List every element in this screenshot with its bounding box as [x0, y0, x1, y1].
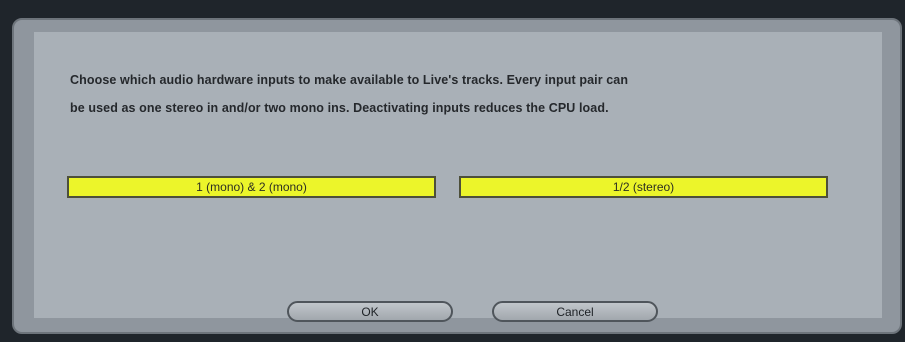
- cancel-button[interactable]: Cancel: [492, 301, 658, 322]
- input-config-dialog: Choose which audio hardware inputs to ma…: [34, 32, 882, 322]
- stereo-pair-toggle[interactable]: 1/2 (stereo): [459, 176, 828, 198]
- dialog-border: Choose which audio hardware inputs to ma…: [12, 18, 902, 334]
- mono-pair-toggle[interactable]: 1 (mono) & 2 (mono): [67, 176, 436, 198]
- window-frame: Choose which audio hardware inputs to ma…: [0, 0, 905, 342]
- message-line-2: be used as one stereo in and/or two mono…: [70, 101, 609, 115]
- dialog-message: Choose which audio hardware inputs to ma…: [70, 66, 860, 122]
- ok-button[interactable]: OK: [287, 301, 453, 322]
- message-line-1: Choose which audio hardware inputs to ma…: [70, 73, 629, 87]
